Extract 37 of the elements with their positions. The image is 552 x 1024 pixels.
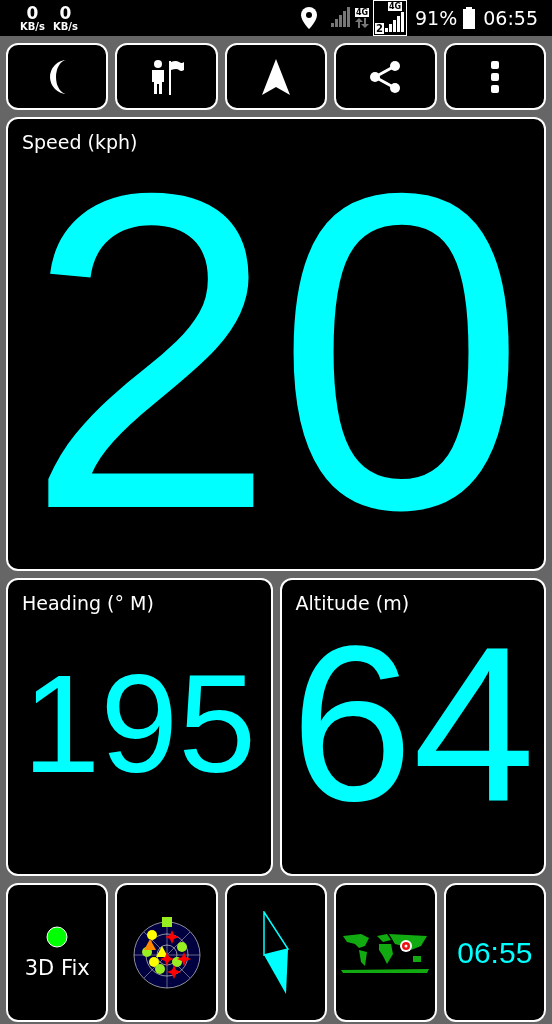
altitude-value: 64	[290, 636, 536, 812]
battery-icon	[463, 7, 476, 29]
speed-value: 20	[25, 171, 527, 531]
network-speed-unit: KB/s	[53, 21, 78, 32]
battery-percentage: 91%	[415, 7, 458, 29]
network-speed-value: 0	[26, 4, 39, 22]
panel-label: Altitude (m)	[294, 591, 411, 614]
satellites-tile[interactable]	[115, 883, 218, 1022]
navigation-arrow-icon	[262, 58, 290, 95]
heading-value: 195	[22, 668, 257, 780]
fix-status-tile[interactable]: 3D Fix	[6, 883, 109, 1022]
signal-icon	[385, 12, 405, 34]
fix-status-label: 3D Fix	[24, 955, 90, 980]
status-time: 06:55	[483, 7, 538, 29]
signal-icon	[330, 7, 351, 29]
share-icon	[369, 59, 402, 94]
clock-tile[interactable]: 06:55	[443, 883, 546, 1022]
moon-button[interactable]	[6, 43, 109, 110]
navigate-button[interactable]	[224, 43, 328, 110]
compass-tile[interactable]	[224, 883, 328, 1022]
panel-label: Speed (kph)	[21, 130, 139, 153]
clock-time: 06:55	[457, 935, 533, 970]
waypoint-button[interactable]	[115, 43, 218, 110]
location-pin-icon	[300, 7, 317, 29]
more-button[interactable]	[443, 43, 546, 110]
world-map-tile[interactable]	[334, 883, 437, 1022]
sim-number: 2	[375, 23, 384, 34]
network-speed-value: 0	[59, 4, 72, 22]
share-button[interactable]	[334, 43, 437, 110]
compass-needle-icon	[261, 910, 291, 995]
panel-label: Heading (° M)	[21, 591, 155, 614]
person-flag-icon	[149, 58, 184, 95]
more-icon	[490, 60, 499, 93]
network-speed-unit: KB/s	[20, 21, 45, 32]
network-type-badge: 4G	[354, 8, 370, 17]
network-type-badge: 4G	[387, 2, 403, 11]
data-arrows-icon	[354, 18, 369, 28]
